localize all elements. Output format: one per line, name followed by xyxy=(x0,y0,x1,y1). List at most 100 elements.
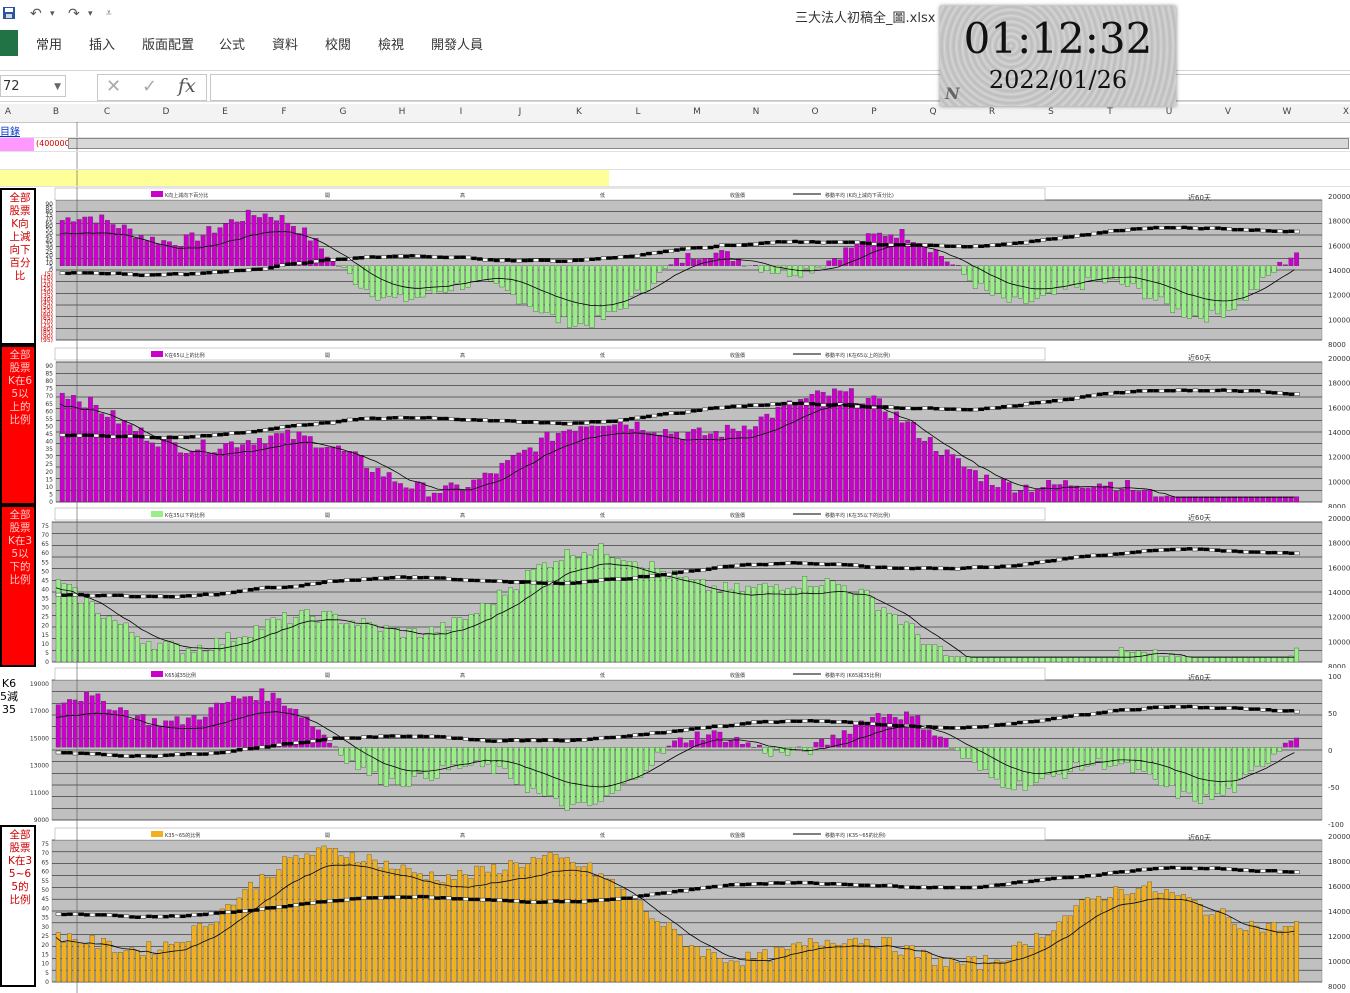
price-candle xyxy=(643,893,650,898)
bar xyxy=(723,962,728,983)
bar xyxy=(567,429,572,503)
bar xyxy=(485,747,491,765)
price-candle xyxy=(640,252,646,257)
price-candle xyxy=(1237,549,1244,554)
price-candle xyxy=(445,896,452,900)
bar xyxy=(609,879,615,983)
bar xyxy=(559,747,564,807)
bar xyxy=(140,714,146,748)
price-candle xyxy=(335,419,342,424)
price-candle xyxy=(950,244,956,248)
price-candle xyxy=(1029,239,1035,244)
bar xyxy=(454,484,460,503)
price-candle xyxy=(319,258,325,263)
bar xyxy=(1248,747,1254,772)
bar xyxy=(679,438,685,503)
price-candle xyxy=(1136,389,1142,393)
bar xyxy=(983,747,989,770)
price-candle xyxy=(1260,228,1266,233)
price-candle xyxy=(240,268,246,273)
y2-tick-label: 10000 xyxy=(1328,316,1350,324)
price-candle xyxy=(950,407,956,411)
price-candle xyxy=(943,726,950,730)
price-candle xyxy=(1017,880,1023,884)
price-candle xyxy=(273,264,280,269)
bar xyxy=(71,221,76,266)
bar xyxy=(657,265,663,273)
price-candle xyxy=(1096,711,1102,715)
bar xyxy=(1045,747,1051,775)
bar xyxy=(798,265,804,278)
bar xyxy=(174,643,180,663)
price-candle xyxy=(65,433,71,438)
price-candle xyxy=(768,720,774,724)
price-candle xyxy=(262,428,269,432)
bar xyxy=(966,747,972,759)
price-candle xyxy=(600,419,607,424)
bar xyxy=(745,742,751,748)
chart-annotation: 近60天 xyxy=(1188,673,1211,682)
price-candle xyxy=(932,566,938,571)
y-tick-label: 50 xyxy=(41,887,49,894)
price-candle xyxy=(589,257,596,262)
price-candle xyxy=(578,258,584,262)
bar xyxy=(1017,747,1022,782)
bar xyxy=(757,744,762,748)
bar xyxy=(398,483,403,503)
bar xyxy=(352,451,358,503)
bar xyxy=(341,265,347,268)
bar xyxy=(719,250,725,266)
price-candle xyxy=(660,731,667,735)
bar xyxy=(1260,931,1266,983)
price-candle xyxy=(920,566,927,570)
bar xyxy=(468,614,474,663)
bar xyxy=(1226,747,1232,789)
bar xyxy=(236,637,242,663)
y-tick-label: 60 xyxy=(41,550,49,557)
bar xyxy=(1158,265,1164,298)
price-candle xyxy=(248,747,254,751)
price-candle xyxy=(939,407,945,411)
bar xyxy=(559,857,564,983)
price-candle xyxy=(55,750,62,755)
bar xyxy=(615,558,621,663)
bar xyxy=(1130,265,1136,284)
bar xyxy=(310,726,316,748)
price-candle xyxy=(71,433,77,437)
bar xyxy=(858,588,864,663)
bar xyxy=(129,632,135,663)
bar xyxy=(944,261,950,266)
legend-item: 低 xyxy=(600,832,605,839)
price-candle xyxy=(1294,392,1300,396)
bar xyxy=(700,956,706,983)
price-candle xyxy=(462,897,469,901)
price-candle xyxy=(865,241,872,246)
price-candle xyxy=(437,255,443,259)
bar xyxy=(1254,747,1260,767)
price-candle xyxy=(1164,548,1170,552)
bar xyxy=(212,452,217,503)
bar xyxy=(865,398,871,503)
price-candle xyxy=(786,401,793,406)
y-tick-label: 55 xyxy=(41,878,49,885)
bar xyxy=(265,619,270,663)
bar xyxy=(553,561,559,663)
price-candle xyxy=(168,753,175,757)
price-candle xyxy=(82,433,88,437)
price-candle xyxy=(485,739,492,743)
bar xyxy=(372,624,378,663)
price-candle xyxy=(657,412,663,417)
price-candle xyxy=(1074,396,1080,400)
price-candle xyxy=(824,882,831,886)
price-candle xyxy=(785,561,791,565)
price-candle xyxy=(253,746,260,750)
bar xyxy=(576,557,581,663)
price-candle xyxy=(140,754,147,758)
price-candle xyxy=(683,888,689,893)
price-candle xyxy=(101,593,107,598)
legend-item: 收盤價 xyxy=(730,832,745,839)
price-candle xyxy=(1187,388,1193,393)
price-candle xyxy=(564,899,571,903)
legend-item: K35~65的比例 xyxy=(165,832,200,839)
price-candle xyxy=(1220,867,1227,871)
